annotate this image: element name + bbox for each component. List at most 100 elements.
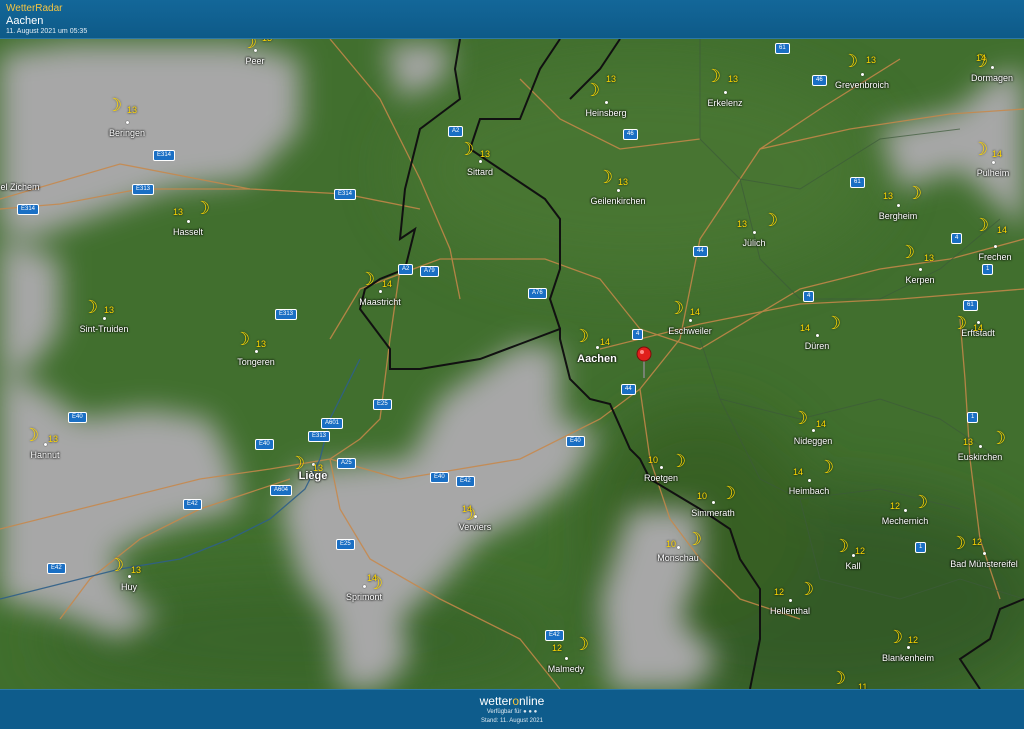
city-label-kerpen[interactable]: Kerpen xyxy=(905,275,934,285)
temperature-monschau: 10 xyxy=(666,539,677,549)
crescent-moon-icon: ☽ xyxy=(973,215,990,235)
city-marker xyxy=(808,479,811,482)
city-label-sprimont[interactable]: Sprimont xyxy=(346,592,382,602)
crescent-moon-icon: ☽ xyxy=(573,326,590,346)
city-label-blankenheim[interactable]: Blankenheim xyxy=(882,653,934,663)
crescent-moon-icon: ☽ xyxy=(194,198,211,218)
city-label-erkelenz[interactable]: Erkelenz xyxy=(707,98,742,108)
app-header: WetterRadar Aachen 11. August 2021 um 05… xyxy=(0,0,1024,39)
city-label-bergheim[interactable]: Bergheim xyxy=(879,211,918,221)
city-marker xyxy=(812,429,815,432)
available-label: Verfügbar für xyxy=(486,709,522,715)
city-label-roetgen[interactable]: Roetgen xyxy=(644,473,678,483)
temperature-hellenthal: 12 xyxy=(774,587,785,597)
temperature-julich: 13 xyxy=(737,219,748,229)
city-label-hasselt[interactable]: Hasselt xyxy=(173,227,203,237)
city-marker xyxy=(44,443,47,446)
city-label-mechernich[interactable]: Mechernich xyxy=(882,516,929,526)
weather-radar-map[interactable]: el Zichem 11 ☽ Peer☽13Beringen☽13Heinsbe… xyxy=(0,39,1024,689)
road-shield: 4 xyxy=(632,329,644,340)
crescent-moon-icon: ☽ xyxy=(792,408,809,428)
city-label-frechen[interactable]: Frechen xyxy=(978,252,1011,262)
city-label-heinsberg[interactable]: Heinsberg xyxy=(585,108,626,118)
temperature-euskirchen: 13 xyxy=(963,437,974,447)
location-title: Aachen xyxy=(6,15,44,27)
road-shield: 1 xyxy=(967,412,979,423)
temperature-aachen: 14 xyxy=(600,337,611,347)
crescent-moon-icon: ☽ xyxy=(686,529,703,549)
wetteronline-logo[interactable]: wetteronline xyxy=(0,694,1024,708)
crescent-moon-icon: ☽ xyxy=(670,451,687,471)
temperature-erkelenz: 13 xyxy=(728,74,739,84)
city-label-nideggen[interactable]: Nideggen xyxy=(794,436,833,446)
temperature-pulheim: 14 xyxy=(992,149,1003,159)
city-marker xyxy=(991,66,994,69)
city-label-simmerath[interactable]: Simmerath xyxy=(691,508,735,518)
temperature-mechernich: 12 xyxy=(890,501,901,511)
city-label-kall[interactable]: Kall xyxy=(845,561,860,571)
city-label-beringen[interactable]: Beringen xyxy=(109,128,145,138)
crescent-moon-icon: ☽ xyxy=(912,492,929,512)
city-marker xyxy=(712,501,715,504)
city-label-grevenbroich[interactable]: Grevenbroich xyxy=(835,80,889,90)
crescent-moon-icon: ☽ xyxy=(458,139,475,159)
crescent-moon-icon: ☽ xyxy=(798,579,815,599)
road-shield: E42 xyxy=(183,499,202,510)
city-marker xyxy=(983,552,986,555)
city-marker xyxy=(907,646,910,649)
city-label-hannut[interactable]: Hannut xyxy=(30,450,59,460)
city-label-peer[interactable]: Peer xyxy=(245,56,264,66)
city-label-pulheim[interactable]: Pulheim xyxy=(977,168,1010,178)
city-label-euskirchen[interactable]: Euskirchen xyxy=(958,452,1003,462)
city-label-hellenthal[interactable]: Hellenthal xyxy=(770,606,810,616)
temperature-duren: 14 xyxy=(800,323,811,333)
road-shield: E40 xyxy=(68,412,87,423)
city-marker xyxy=(979,445,982,448)
crescent-moon-icon: ☽ xyxy=(106,95,123,115)
city-label-aachen[interactable]: Aachen xyxy=(577,353,617,365)
app-footer: wetteronline Verfügbar für ● ● ● Stand: … xyxy=(0,689,1024,729)
city-marker xyxy=(992,161,995,164)
road-shield: E42 xyxy=(545,630,564,641)
temperature-hasselt: 13 xyxy=(173,207,184,217)
city-marker xyxy=(596,346,599,349)
temperature-bergheim: 13 xyxy=(883,191,894,201)
logo-o: o xyxy=(512,694,519,708)
city-marker xyxy=(605,101,608,104)
location-pin-icon[interactable] xyxy=(634,345,654,379)
logo-text-left: wetter xyxy=(479,694,513,708)
city-label-malmedy[interactable]: Malmedy xyxy=(548,664,585,674)
temperature-blankenheim: 12 xyxy=(908,635,919,645)
city-label-eschweiler[interactable]: Eschweiler xyxy=(668,326,712,336)
crescent-moon-icon: ☽ xyxy=(842,51,859,71)
road-shield: A2 xyxy=(398,264,414,275)
city-marker xyxy=(128,575,131,578)
city-label-bad-munstereifel[interactable]: Bad Münstereifel xyxy=(950,559,1018,569)
road-shield: E42 xyxy=(47,563,66,574)
road-shield: A601 xyxy=(321,418,344,429)
temperature-beringen: 13 xyxy=(127,105,138,115)
city-label-sittard[interactable]: Sittard xyxy=(467,167,493,177)
city-label-tongeren[interactable]: Tongeren xyxy=(237,357,275,367)
road-shield: E314 xyxy=(334,189,357,200)
road-shield: E313 xyxy=(275,309,298,320)
road-shield: E40 xyxy=(255,439,274,450)
city-marker xyxy=(617,189,620,192)
city-label-maastricht[interactable]: Maastricht xyxy=(359,297,401,307)
city-marker xyxy=(861,73,864,76)
city-label-duren[interactable]: Düren xyxy=(805,341,830,351)
city-label-monschau[interactable]: Monschau xyxy=(657,553,699,563)
city-label-heimbach[interactable]: Heimbach xyxy=(789,486,830,496)
city-marker xyxy=(379,290,382,293)
crescent-moon-icon: ☽ xyxy=(887,627,904,647)
city-label-geilenkirchen[interactable]: Geilenkirchen xyxy=(590,196,645,206)
city-label-julich[interactable]: Jülich xyxy=(742,238,765,248)
city-label-huy[interactable]: Huy xyxy=(121,582,137,592)
city-label-dormagen[interactable]: Dormagen xyxy=(971,73,1013,83)
temperature-sittard: 13 xyxy=(480,149,491,159)
road-shield: 61 xyxy=(850,177,865,188)
app-name: WetterRadar xyxy=(6,3,63,14)
road-shield: 44 xyxy=(621,384,636,395)
city-label-sint-truiden[interactable]: Sint-Truiden xyxy=(80,324,129,334)
temperature-eschweiler: 14 xyxy=(690,307,701,317)
